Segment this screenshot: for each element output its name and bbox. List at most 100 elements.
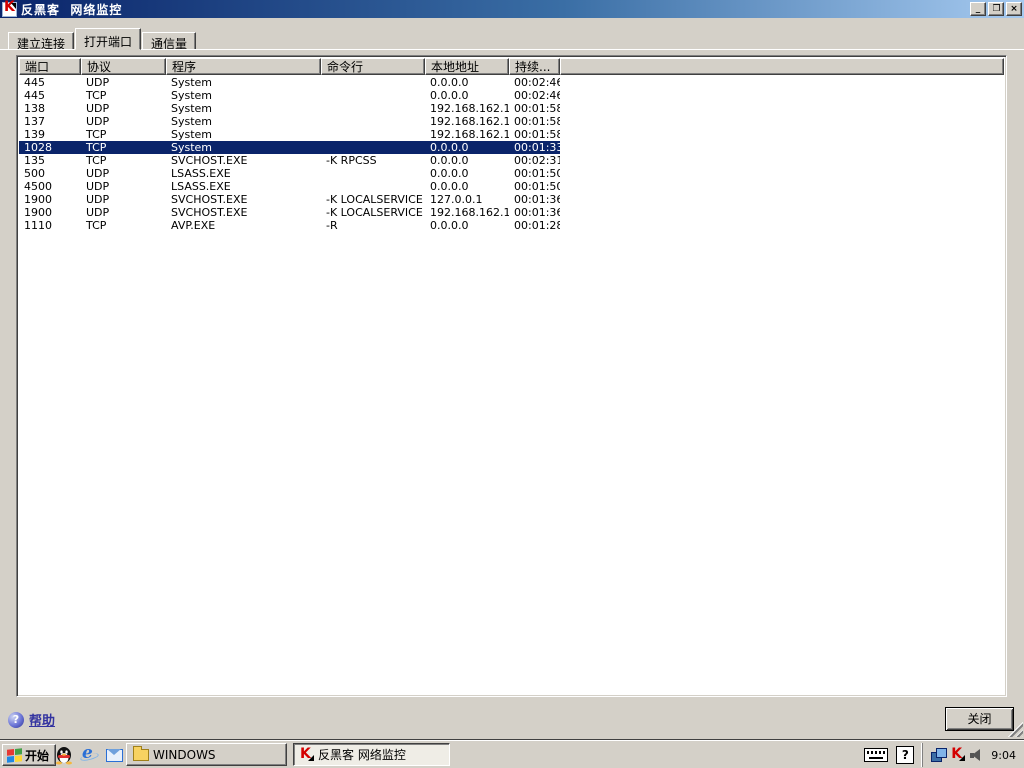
- table-cell: [321, 76, 425, 89]
- table-row[interactable]: 445 UDP System 0.0.0.0 00:02:46: [19, 76, 1004, 89]
- table-cell: TCP: [86, 128, 107, 141]
- column-header[interactable]: 持续...: [509, 58, 560, 75]
- table-row[interactable]: 138 UDP System 192.168.162.102 00:01:58: [19, 102, 1004, 115]
- table-cell: 00:02:46: [514, 89, 560, 102]
- table-cell: 00:02:46: [514, 76, 560, 89]
- column-header[interactable]: 协议: [81, 58, 166, 75]
- tab-establish-connections[interactable]: 建立连接: [8, 32, 75, 51]
- table-cell: -R: [326, 219, 338, 232]
- qq-icon[interactable]: [54, 745, 74, 765]
- network-icon[interactable]: [931, 748, 948, 762]
- ie-icon[interactable]: [79, 743, 99, 765]
- tab-page-edge: [0, 49, 1024, 50]
- column-header[interactable]: 命令行: [321, 58, 425, 75]
- tab-open-ports[interactable]: 打开端口: [75, 28, 142, 50]
- desktop: K 反黑客 网络监控 _ ❐ × 建立连接 打开端口 通信量 端口 协议 程序 命令行 本地…: [0, 0, 1024, 768]
- title-bar[interactable]: K 反黑客 网络监控 _ ❐ ×: [0, 0, 1024, 18]
- ime-help-icon[interactable]: ?: [896, 746, 915, 764]
- column-header[interactable]: 端口: [19, 58, 81, 75]
- taskbar: 开始 WINDOWS 反黑客 网络监控 ?: [0, 740, 1024, 768]
- table-cell: 00:01:50: [514, 180, 560, 193]
- minimize-icon[interactable]: _: [970, 2, 986, 16]
- table-cell: 1900: [24, 193, 52, 206]
- kaspersky-k-icon: K: [2, 0, 17, 17]
- table-cell: 445: [24, 89, 45, 102]
- outlook-express-icon[interactable]: [104, 745, 124, 765]
- table-cell: 0.0.0.0: [430, 89, 469, 102]
- table-cell: UDP: [86, 102, 110, 115]
- table-row[interactable]: 139 TCP System 192.168.162.102 00:01:58: [19, 128, 1004, 141]
- table-cell: 0.0.0.0: [430, 167, 469, 180]
- table-cell: 00:01:33: [514, 141, 560, 154]
- table-row[interactable]: 1900 UDP SVCHOST.EXE -K LOCALSERVICE 127.0.0…: [19, 193, 1004, 206]
- windows-logo-icon: [7, 747, 22, 763]
- table-cell: UDP: [86, 193, 110, 206]
- start-button[interactable]: 开始: [2, 744, 57, 766]
- table-cell: 00:01:58: [514, 102, 560, 115]
- table-cell: 137: [24, 115, 45, 128]
- column-header-filler: [560, 58, 1004, 75]
- close-button[interactable]: 关闭: [945, 707, 1014, 731]
- table-cell: 192.168.162.102: [430, 128, 509, 141]
- taskbar-button[interactable]: 反黑客 网络监控: [293, 743, 450, 766]
- app-window: K 反黑客 网络监控 _ ❐ × 建立连接 打开端口 通信量 端口 协议 程序 命令行 本地…: [0, 0, 1024, 740]
- table-cell: 192.168.162.102: [430, 115, 509, 128]
- table-cell: System: [171, 115, 213, 128]
- table-cell: [321, 128, 425, 141]
- table-row[interactable]: 137 UDP System 192.168.162.102 00:01:58: [19, 115, 1004, 128]
- table-row[interactable]: 500 UDP LSASS.EXE 0.0.0.0 00:01:50: [19, 167, 1004, 180]
- keyboard-icon[interactable]: [864, 748, 889, 762]
- help-link[interactable]: 帮助: [8, 710, 55, 729]
- tab-traffic[interactable]: 通信量: [142, 32, 197, 51]
- table-row[interactable]: 1028 TCP System 0.0.0.0 00:01:33: [19, 141, 560, 154]
- quick-launch: [54, 743, 124, 765]
- table-cell: TCP: [86, 219, 107, 232]
- table-cell: 1900: [24, 206, 52, 219]
- table-row[interactable]: 445 TCP System 0.0.0.0 00:02:46: [19, 89, 1004, 102]
- table-row[interactable]: 135 TCP SVCHOST.EXE -K RPCSS 0.0.0.0 00:02:31: [19, 154, 1004, 167]
- table-cell: 192.168.162.102: [430, 206, 509, 219]
- table-cell: [321, 141, 425, 154]
- table-cell: 00:02:31: [514, 154, 560, 167]
- table-cell: TCP: [86, 141, 107, 154]
- taskbar-button[interactable]: WINDOWS: [126, 743, 287, 766]
- table-cell: 1028: [24, 141, 52, 154]
- window-title: 反黑客 网络监控: [21, 2, 123, 17]
- table-cell: UDP: [86, 167, 110, 180]
- table-cell: 500: [24, 167, 45, 180]
- folder-icon: [133, 745, 149, 761]
- table-cell: -K LOCALSERVICE: [326, 193, 423, 206]
- clock[interactable]: 9:04: [991, 749, 1016, 762]
- table-cell: 00:01:36: [514, 193, 560, 206]
- system-tray: ? 9:04: [864, 743, 1022, 767]
- open-ports-table: 端口 协议 程序 命令行 本地地址 持续... 445 UDP System 0.0.0.0 00…: [16, 55, 1007, 697]
- kaspersky-k-icon[interactable]: [951, 746, 966, 762]
- table-cell: 0.0.0.0: [430, 76, 469, 89]
- tab-strip: 建立连接 打开端口 通信量: [8, 28, 197, 51]
- table-cell: 445: [24, 76, 45, 89]
- column-header[interactable]: 程序: [166, 58, 321, 75]
- table-cell: UDP: [86, 180, 110, 193]
- table-cell: 0.0.0.0: [430, 154, 469, 167]
- table-cell: 00:01:58: [514, 115, 560, 128]
- restore-icon[interactable]: ❐: [988, 2, 1004, 16]
- table-cell: [321, 167, 425, 180]
- table-cell: System: [171, 89, 213, 102]
- table-cell: 192.168.162.102: [430, 102, 509, 115]
- table-cell: TCP: [86, 154, 107, 167]
- column-header[interactable]: 本地地址: [425, 58, 509, 75]
- taskbar-button-label: WINDOWS: [153, 747, 216, 762]
- table-cell: 0.0.0.0: [430, 141, 469, 154]
- table-cell: -K RPCSS: [326, 154, 377, 167]
- close-icon[interactable]: ×: [1006, 2, 1022, 16]
- taskbar-button-label: 反黑客 网络监控: [318, 748, 406, 762]
- table-cell: LSASS.EXE: [171, 180, 231, 193]
- table-row[interactable]: 1110 TCP AVP.EXE -R 0.0.0.0 00:01:28: [19, 219, 1004, 232]
- table-body: 445 UDP System 0.0.0.0 00:02:46 445 TCP System 0…: [19, 76, 1004, 694]
- volume-icon[interactable]: [969, 748, 983, 762]
- table-cell: 00:01:36: [514, 206, 560, 219]
- table-cell: AVP.EXE: [171, 219, 216, 232]
- table-row[interactable]: 1900 UDP SVCHOST.EXE -K LOCALSERVICE 192.168…: [19, 206, 1004, 219]
- table-row[interactable]: 4500 UDP LSASS.EXE 0.0.0.0 00:01:50: [19, 180, 1004, 193]
- table-cell: [321, 180, 425, 193]
